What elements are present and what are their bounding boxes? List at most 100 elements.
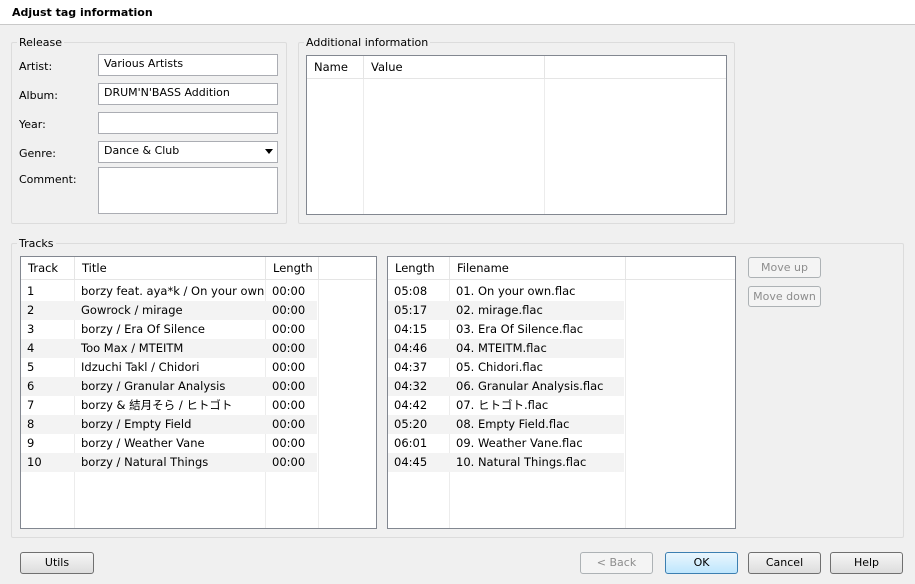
track-length: 00:00 bbox=[272, 398, 306, 412]
file-row[interactable]: 05:08 01. On your own.flac bbox=[388, 282, 624, 301]
track-number: 10 bbox=[27, 455, 42, 469]
track-number: 5 bbox=[27, 360, 35, 374]
file-length: 04:46 bbox=[394, 341, 428, 355]
album-field[interactable]: DRUM'N'BASS Addition bbox=[98, 83, 278, 105]
track-length: 00:00 bbox=[272, 417, 306, 431]
file-name: 09. Weather Vane.flac bbox=[456, 436, 583, 450]
artist-label: Artist: bbox=[19, 60, 53, 73]
file-length: 04:37 bbox=[394, 360, 428, 374]
track-row[interactable]: 3 borzy / Era Of Silence 00:00 bbox=[21, 320, 317, 339]
track-row[interactable]: 7 borzy & 結月そら / ヒトゴト 00:00 bbox=[21, 396, 317, 415]
track-number: 7 bbox=[27, 398, 35, 412]
file-name: 05. Chidori.flac bbox=[456, 360, 543, 374]
help-button[interactable]: Help bbox=[830, 552, 903, 574]
file-length: 05:20 bbox=[394, 417, 428, 431]
comment-field[interactable] bbox=[98, 167, 278, 214]
file-name: 03. Era Of Silence.flac bbox=[456, 322, 584, 336]
back-button[interactable]: < Back bbox=[580, 552, 653, 574]
file-row[interactable]: 04:46 04. MTEITM.flac bbox=[388, 339, 624, 358]
track-length: 00:00 bbox=[272, 341, 306, 355]
file-row[interactable]: 04:32 06. Granular Analysis.flac bbox=[388, 377, 624, 396]
track-title: borzy & 結月そら / ヒトゴト bbox=[81, 398, 233, 412]
track-length: 00:00 bbox=[272, 322, 306, 336]
track-title: Too Max / MTEITM bbox=[81, 341, 184, 355]
file-name: 08. Empty Field.flac bbox=[456, 417, 570, 431]
genre-select-value: Dance & Club bbox=[104, 144, 180, 157]
column-header-file-length[interactable]: Length bbox=[388, 257, 450, 280]
genre-select[interactable]: Dance & Club bbox=[98, 141, 278, 163]
track-row[interactable]: 8 borzy / Empty Field 00:00 bbox=[21, 415, 317, 434]
file-row[interactable]: 04:37 05. Chidori.flac bbox=[388, 358, 624, 377]
dialog-title: Adjust tag information bbox=[12, 6, 153, 19]
tracks-group-label: Tracks bbox=[17, 237, 56, 250]
utils-button[interactable]: Utils bbox=[20, 552, 94, 574]
track-number: 2 bbox=[27, 303, 35, 317]
column-header-track[interactable]: Track bbox=[21, 257, 75, 280]
track-row[interactable]: 1 borzy feat. aya*k / On your own 00:00 bbox=[21, 282, 317, 301]
track-row[interactable]: 9 borzy / Weather Vane 00:00 bbox=[21, 434, 317, 453]
track-row[interactable]: 10 borzy / Natural Things 00:00 bbox=[21, 453, 317, 472]
track-length: 00:00 bbox=[272, 436, 306, 450]
artist-field[interactable]: Various Artists bbox=[98, 54, 278, 76]
column-divider bbox=[625, 280, 626, 528]
year-field[interactable] bbox=[98, 112, 278, 134]
track-length: 00:00 bbox=[272, 303, 306, 317]
track-title: borzy / Weather Vane bbox=[81, 436, 205, 450]
move-up-button[interactable]: Move up bbox=[748, 257, 821, 278]
file-row[interactable]: 05:17 02. mirage.flac bbox=[388, 301, 624, 320]
column-divider bbox=[318, 280, 319, 528]
track-number: 4 bbox=[27, 341, 35, 355]
track-title: borzy feat. aya*k / On your own bbox=[81, 284, 265, 298]
album-label: Album: bbox=[19, 89, 58, 102]
file-length: 04:32 bbox=[394, 379, 428, 393]
release-group-label: Release bbox=[17, 36, 64, 49]
track-title: Idzuchi Takl / Chidori bbox=[81, 360, 200, 374]
column-header-value[interactable]: Value bbox=[364, 56, 545, 79]
file-name: 04. MTEITM.flac bbox=[456, 341, 547, 355]
year-label: Year: bbox=[19, 118, 46, 131]
column-divider bbox=[544, 79, 545, 214]
additional-info-list[interactable]: Name Value bbox=[306, 55, 727, 215]
file-row[interactable]: 04:45 10. Natural Things.flac bbox=[388, 453, 624, 472]
file-length: 04:42 bbox=[394, 398, 428, 412]
track-row[interactable]: 2 Gowrock / mirage 00:00 bbox=[21, 301, 317, 320]
file-name: 02. mirage.flac bbox=[456, 303, 543, 317]
track-title: Gowrock / mirage bbox=[81, 303, 183, 317]
ok-button[interactable]: OK bbox=[665, 552, 738, 574]
track-title: borzy / Natural Things bbox=[81, 455, 209, 469]
track-row[interactable]: 5 Idzuchi Takl / Chidori 00:00 bbox=[21, 358, 317, 377]
file-length: 04:45 bbox=[394, 455, 428, 469]
track-row[interactable]: 6 borzy / Granular Analysis 00:00 bbox=[21, 377, 317, 396]
files-list[interactable]: Length Filename 05:08 01. On your own.fl… bbox=[387, 256, 736, 529]
file-row[interactable]: 04:42 07. ヒトゴト.flac bbox=[388, 396, 624, 415]
file-row[interactable]: 06:01 09. Weather Vane.flac bbox=[388, 434, 624, 453]
column-header-name[interactable]: Name bbox=[307, 56, 364, 79]
move-down-button[interactable]: Move down bbox=[748, 286, 821, 307]
tracks-list[interactable]: Track Title Length 1 borzy feat. aya*k /… bbox=[20, 256, 377, 529]
track-length: 00:00 bbox=[272, 455, 306, 469]
track-length: 00:00 bbox=[272, 379, 306, 393]
tracks-list-header: Track Title Length bbox=[21, 257, 376, 280]
column-header-length[interactable]: Length bbox=[266, 257, 319, 280]
additional-info-header: Name Value bbox=[307, 56, 726, 79]
track-row[interactable]: 4 Too Max / MTEITM 00:00 bbox=[21, 339, 317, 358]
track-number: 6 bbox=[27, 379, 35, 393]
column-divider bbox=[363, 79, 364, 214]
file-length: 05:17 bbox=[394, 303, 428, 317]
file-name: 07. ヒトゴト.flac bbox=[456, 398, 549, 412]
track-length: 00:00 bbox=[272, 284, 306, 298]
column-header-filename[interactable]: Filename bbox=[450, 257, 626, 280]
genre-label: Genre: bbox=[19, 147, 57, 160]
track-number: 8 bbox=[27, 417, 35, 431]
files-list-header: Length Filename bbox=[388, 257, 735, 280]
column-header-title[interactable]: Title bbox=[75, 257, 266, 280]
file-row[interactable]: 05:20 08. Empty Field.flac bbox=[388, 415, 624, 434]
track-number: 9 bbox=[27, 436, 35, 450]
file-length: 04:15 bbox=[394, 322, 428, 336]
comment-label: Comment: bbox=[19, 173, 77, 186]
additional-info-group-label: Additional information bbox=[304, 36, 431, 49]
cancel-button[interactable]: Cancel bbox=[748, 552, 821, 574]
file-name: 10. Natural Things.flac bbox=[456, 455, 587, 469]
chevron-down-icon bbox=[265, 149, 273, 154]
file-row[interactable]: 04:15 03. Era Of Silence.flac bbox=[388, 320, 624, 339]
